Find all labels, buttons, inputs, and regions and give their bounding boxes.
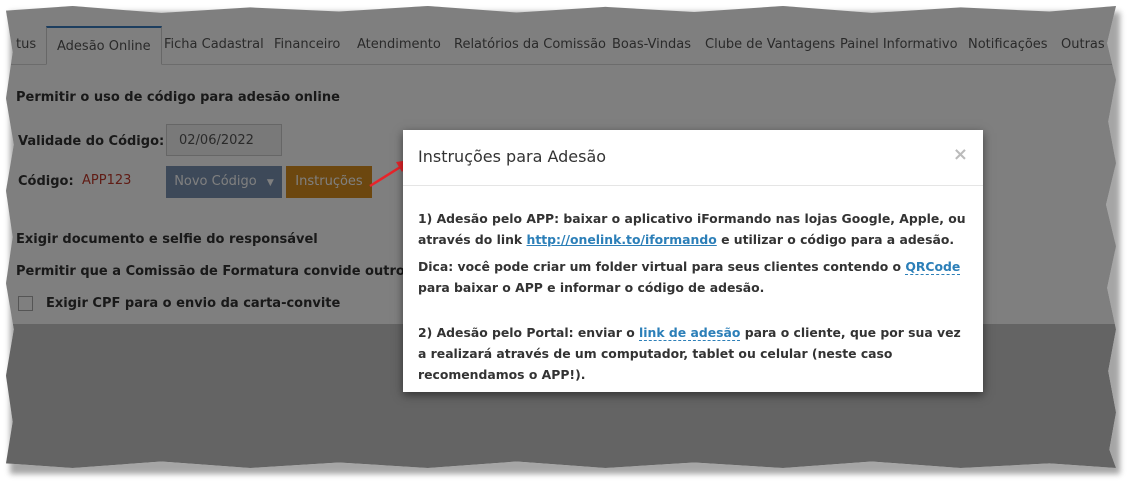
onelink-link[interactable]: http://onelink.to/iformando (527, 232, 717, 247)
qrcode-link[interactable]: QRCode (905, 259, 961, 275)
instruction-app: 1) Adesão pelo APP: baixar o aplicativo … (418, 208, 968, 250)
instruction-portal: 2) Adesão pelo Portal: enviar o link de … (418, 322, 968, 385)
instruction-tip: Dica: você pode criar um folder virtual … (418, 256, 968, 298)
close-icon[interactable]: × (953, 144, 968, 165)
instructions-modal: Instruções para Adesão × 1) Adesão pelo … (403, 130, 983, 392)
instruction-tip-text: Dica: você pode criar um folder virtual … (418, 259, 906, 274)
modal-title: Instruções para Adesão (418, 147, 607, 166)
instruction-portal-text: 2) Adesão pelo Portal: enviar o (418, 325, 640, 340)
adesao-link[interactable]: link de adesão (639, 325, 741, 341)
instruction-tip-text-end: para baixar o APP e informar o código de… (418, 280, 765, 295)
screenshot-frame: tus Adesão Online Ficha Cadastral Financ… (6, 6, 1116, 468)
modal-header: Instruções para Adesão × (403, 130, 983, 186)
modal-body: 1) Adesão pelo APP: baixar o aplicativo … (403, 186, 983, 385)
instruction-app-text-end: e utilizar o código para a adesão. (716, 232, 955, 247)
